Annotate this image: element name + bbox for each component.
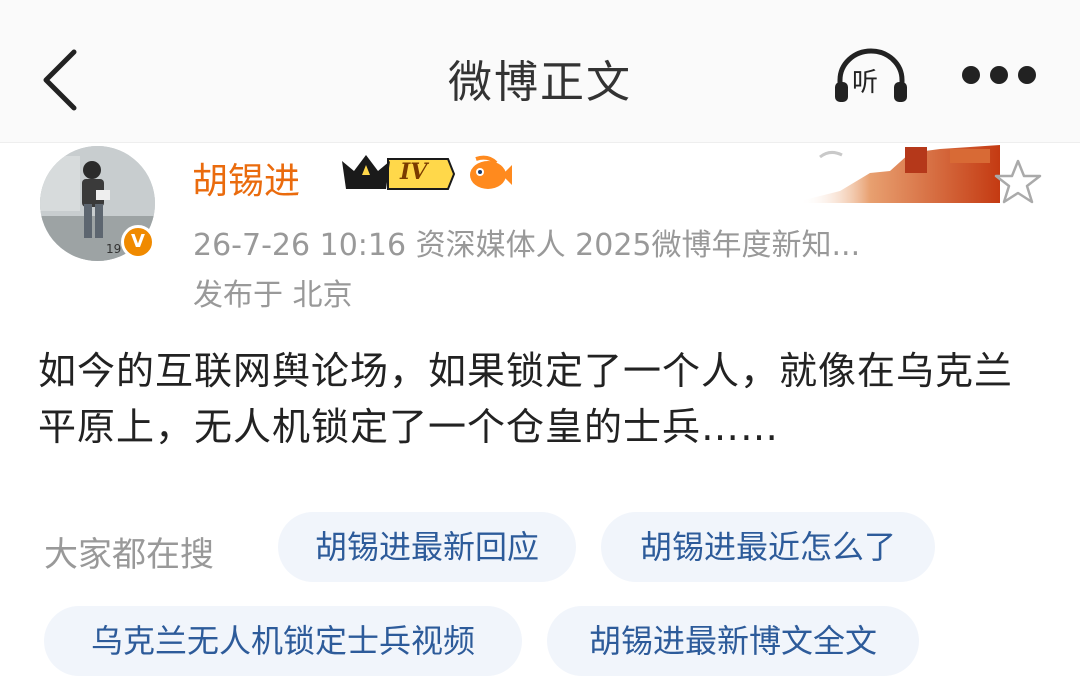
fish-icon: [470, 155, 512, 189]
listen-button[interactable]: 听: [832, 46, 910, 106]
dot-icon: [990, 66, 1008, 84]
post-content: 如今的互联网舆论场，如果锁定了一个人，就像在乌克兰平原上，无人机锁定了一个仓皇的…: [38, 349, 1014, 449]
search-chip[interactable]: 胡锡进最近怎么了: [601, 512, 935, 582]
avatar-caption: 19: [106, 242, 122, 256]
dot-icon: [1018, 66, 1036, 84]
username[interactable]: 胡锡进: [192, 152, 300, 204]
dot-icon: [962, 66, 980, 84]
search-chip[interactable]: 胡锡进最新回应: [278, 512, 576, 582]
verified-badge: V: [121, 225, 155, 259]
search-chip[interactable]: 乌克兰无人机锁定士兵视频: [44, 606, 522, 676]
listen-label: 听: [852, 68, 879, 98]
search-label: 大家都在搜: [44, 535, 214, 575]
more-button[interactable]: [962, 66, 1036, 90]
crown-icon: [342, 155, 456, 190]
star-icon: [994, 159, 1042, 204]
post-location: 发布于 北京: [193, 278, 353, 313]
favorite-button[interactable]: [994, 158, 1042, 206]
post-meta: 26-7-26 10:16 资深媒体人 2025微博年度新知...: [193, 228, 861, 263]
vip-level: IV: [400, 159, 428, 185]
vip-badge[interactable]: IV: [340, 153, 456, 195]
great-wall-decoration: [800, 145, 1000, 203]
top-bar: 微博正文 听: [0, 0, 1080, 143]
page-title: 微博正文: [448, 57, 632, 108]
search-chip[interactable]: 胡锡进最新博文全文: [547, 606, 919, 676]
